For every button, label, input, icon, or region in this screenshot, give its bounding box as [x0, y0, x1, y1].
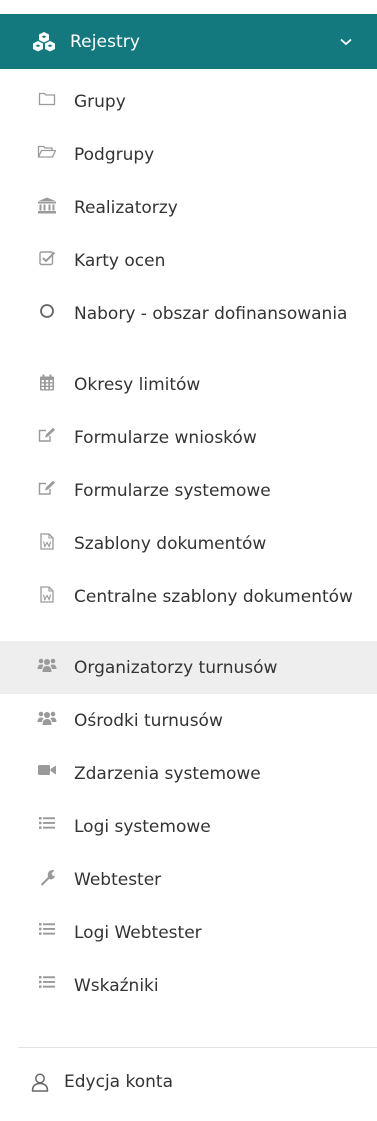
list-icon [36, 816, 58, 834]
menu-item-label: Okresy limitów [74, 375, 201, 395]
cubes-icon [32, 30, 56, 54]
menu-item-webtester[interactable]: Webtester [0, 853, 377, 906]
video-camera-icon [36, 763, 58, 781]
users-icon [36, 657, 58, 675]
menu-item-label: Realizatorzy [74, 198, 178, 218]
checkbox-icon [36, 250, 58, 268]
divider [18, 1047, 377, 1048]
menu-item-label: Organizatorzy turnusów [74, 658, 278, 678]
menu-item-zdarzenia-systemowe[interactable]: Zdarzenia systemowe [0, 747, 377, 800]
menu-item-centralne-szablony[interactable]: Centralne szablony dokumentów [0, 570, 377, 641]
menu-item-okresy-limitow[interactable]: Okresy limitów [0, 358, 377, 411]
menu-item-logi-systemowe[interactable]: Logi systemowe [0, 800, 377, 853]
menu-item-label: Formularze wniosków [74, 428, 257, 448]
menu-item-label: Ośrodki turnusów [74, 711, 223, 731]
edit-icon [36, 480, 58, 498]
menu-item-szablony-dokumentow[interactable]: Szablony dokumentów [0, 517, 377, 570]
list-icon [36, 922, 58, 940]
calendar-icon [36, 374, 58, 392]
menu-item-label: Logi systemowe [74, 817, 211, 837]
menu-item-formularze-wnioskow[interactable]: Formularze wniosków [0, 411, 377, 464]
menu-item-label: Szablony dokumentów [74, 534, 267, 554]
sidebar: Rejestry Grupy Podgrupy Realizatorzy Kar… [0, 0, 377, 1121]
user-icon [30, 1072, 50, 1092]
menu-item-podgrupy[interactable]: Podgrupy [0, 128, 377, 181]
circle-icon [36, 303, 58, 321]
menu-item-label: Webtester [74, 870, 162, 890]
menu-item-logi-webtester[interactable]: Logi Webtester [0, 906, 377, 959]
menu-item-osrodki-turnusow[interactable]: Ośrodki turnusów [0, 694, 377, 747]
section-header-rejestry[interactable]: Rejestry [0, 14, 377, 69]
account-label: Edycja konta [64, 1072, 173, 1092]
menu-item-label: Nabory - obszar dofinansowania [74, 304, 348, 324]
users-icon [36, 710, 58, 728]
menu-item-organizatorzy-turnusow[interactable]: Organizatorzy turnusów [0, 641, 377, 694]
word-file-icon [36, 533, 58, 551]
folder-open-icon [36, 144, 58, 162]
menu-item-label: Zdarzenia systemowe [74, 764, 261, 784]
menu-item-nabory[interactable]: Nabory - obszar dofinansowania [0, 287, 377, 358]
folder-icon [36, 91, 58, 109]
menu-item-label: Logi Webtester [74, 923, 202, 943]
menu-item-wskazniki[interactable]: Wskaźniki [0, 959, 377, 1012]
menu-item-formularze-systemowe[interactable]: Formularze systemowe [0, 464, 377, 517]
account-edit-link[interactable]: Edycja konta [0, 1060, 377, 1104]
bank-icon [36, 197, 58, 215]
menu-item-label: Centralne szablony dokumentów [74, 587, 353, 607]
menu-item-label: Karty ocen [74, 251, 166, 271]
list-icon [36, 975, 58, 993]
word-file-icon [36, 586, 58, 604]
chevron-down-icon[interactable] [339, 35, 353, 49]
menu-item-label: Wskaźniki [74, 976, 159, 996]
menu-item-label: Grupy [74, 92, 126, 112]
section-header-label: Rejestry [70, 31, 141, 52]
menu-item-karty-ocen[interactable]: Karty ocen [0, 234, 377, 287]
registry-menu: Grupy Podgrupy Realizatorzy Karty ocen N… [0, 75, 377, 1012]
menu-item-realizatorzy[interactable]: Realizatorzy [0, 181, 377, 234]
menu-item-label: Podgrupy [74, 145, 155, 165]
wrench-icon [36, 869, 58, 887]
menu-item-label: Formularze systemowe [74, 481, 271, 501]
edit-icon [36, 427, 58, 445]
menu-item-grupy[interactable]: Grupy [0, 75, 377, 128]
